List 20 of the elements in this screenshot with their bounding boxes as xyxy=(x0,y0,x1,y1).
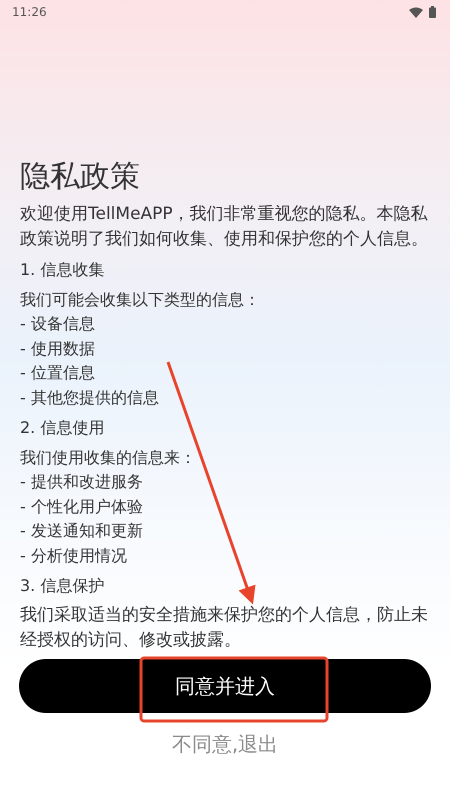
list-item: - 其他您提供的信息 xyxy=(20,386,160,408)
section-heading: 1. 信息收集 xyxy=(20,259,106,281)
section-text: 我们可能会收集以下类型的信息： xyxy=(20,289,261,311)
list-item: - 设备信息 xyxy=(20,313,96,335)
agree-button[interactable]: 同意并进入 xyxy=(19,659,431,713)
section-heading: 3. 信息保护 xyxy=(20,575,106,597)
intro-text: 欢迎使用TellMeAPP，我们非常重视您的隐私。本隐私政策说明了我们如何收集、使用和保护您的个人信息。 xyxy=(20,203,429,251)
page-title: 隐私政策 xyxy=(20,158,141,196)
list-item: - 提供和改进服务 xyxy=(20,471,144,493)
list-item: - 个性化用户体验 xyxy=(20,496,144,518)
list-item: - 发送通知和更新 xyxy=(20,520,144,542)
list-item: - 使用数据 xyxy=(20,338,96,360)
section-text: 我们采取适当的安全措施来保护您的个人信息，防止未经授权的访问、修改或披露。 xyxy=(20,604,429,652)
status-time: 11:26 xyxy=(12,5,47,19)
battery-icon xyxy=(429,6,436,18)
section-text: 我们使用收集的信息来： xyxy=(20,447,197,469)
list-item: - 分析使用情况 xyxy=(20,544,128,566)
section-heading: 2. 信息使用 xyxy=(20,417,106,439)
wifi-icon xyxy=(409,6,423,18)
list-item: - 位置信息 xyxy=(20,362,96,384)
